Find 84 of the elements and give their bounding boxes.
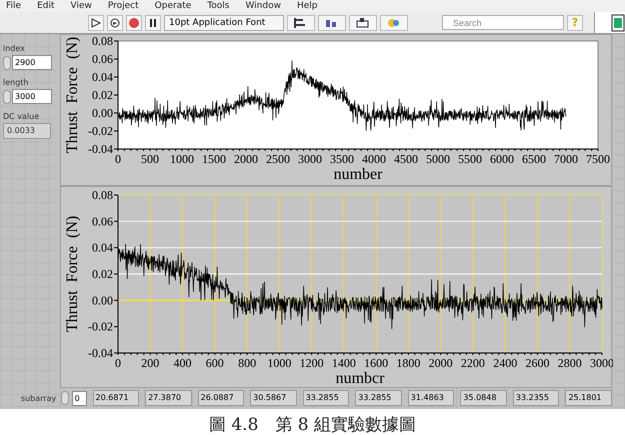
control-label: DC value <box>3 112 40 121</box>
x-tick-label: 2000 <box>234 152 258 166</box>
y-axis-label: Thrust Force (N) <box>64 216 81 332</box>
x-tick-label: 5000 <box>426 152 450 166</box>
x-tick-label: 7500 <box>586 152 610 166</box>
x-tick-label: 2600 <box>525 356 550 370</box>
x-tick-label: 2500 <box>266 152 290 166</box>
x-tick-label: 4000 <box>362 152 386 166</box>
x-tick-label: 2400 <box>493 356 518 370</box>
y-axis-label: Thrust Force (N) <box>64 36 81 154</box>
array-element: 26.0887 <box>198 390 244 406</box>
array-label: subarray <box>20 394 56 402</box>
resize-icon[interactable] <box>349 14 378 30</box>
y-tick-label: -0.04 <box>88 142 113 156</box>
x-tick-label: 0 <box>115 356 121 370</box>
figure-caption: 圖 4.8 第 8 組實驗數據圖 <box>208 414 418 435</box>
x-tick-label: 2200 <box>460 356 485 370</box>
distribute-icon[interactable] <box>318 14 346 30</box>
x-tick-label: 500 <box>141 152 159 166</box>
y-tick-label: 0.00 <box>92 106 113 120</box>
numeric-control[interactable]: 3000 <box>12 89 52 104</box>
x-tick-label: 800 <box>238 356 256 370</box>
x-tick-label: 1000 <box>267 356 292 370</box>
y-tick-label: 0.04 <box>92 70 113 84</box>
array-element: 33.2855 <box>302 390 350 406</box>
y-tick-label: 0.06 <box>92 52 113 66</box>
menu-item[interactable]: Window <box>245 0 281 12</box>
x-tick-label: 0 <box>115 152 121 166</box>
x-tick-label: 3000 <box>298 152 322 166</box>
x-tick-label: 600 <box>206 356 224 370</box>
x-tick-label: 2000 <box>428 356 453 370</box>
control-label: index <box>3 44 26 53</box>
array-element: 20.6871 <box>92 390 140 406</box>
numeric-control[interactable]: 2900 <box>12 55 52 70</box>
x-tick-label: 1600 <box>364 356 388 370</box>
x-tick-label: 400 <box>174 356 192 370</box>
menu-item[interactable]: View <box>70 0 92 12</box>
x-tick-label: 5500 <box>458 152 482 166</box>
y-tick-label: 0.02 <box>92 267 113 281</box>
x-tick-label: 1800 <box>396 356 420 370</box>
y-tick-label: 0.02 <box>92 88 113 102</box>
search-field[interactable]: Search <box>442 15 564 30</box>
x-tick-label: 7000 <box>554 152 578 166</box>
menu-item[interactable]: Help <box>296 0 318 12</box>
y-tick-label: 0.06 <box>92 214 113 228</box>
array-element: 31.4863 <box>408 390 454 406</box>
array-element: 25.1801 <box>565 390 612 406</box>
font-dropdown[interactable]: 10pt Application Font <box>164 14 284 30</box>
y-tick-label: -0.02 <box>88 124 113 138</box>
pause-icon[interactable] <box>145 14 161 30</box>
y-tick-label: 0.08 <box>92 188 113 202</box>
x-tick-label: 3500 <box>330 152 354 166</box>
x-axis-label: numbcr <box>336 370 384 387</box>
array-index[interactable]: 0 <box>72 390 87 406</box>
y-tick-label: -0.04 <box>88 346 113 360</box>
x-tick-label: 4500 <box>394 152 418 166</box>
x-tick-label: 6000 <box>490 152 514 166</box>
control-label: length <box>3 78 30 87</box>
array-element: 30.5867 <box>250 390 297 406</box>
array-element: 33.2355 <box>512 390 560 406</box>
y-tick-label: -0.02 <box>88 320 113 334</box>
x-tick-label: 1500 <box>202 152 226 166</box>
y-tick-label: 0.08 <box>92 35 113 48</box>
array-element: 33.2855 <box>355 390 402 406</box>
x-axis-label: number <box>334 166 382 183</box>
menu-item[interactable]: Tools <box>207 0 230 12</box>
align-icon[interactable] <box>287 14 316 30</box>
x-tick-label: 6500 <box>522 152 546 166</box>
run-continuously-icon[interactable] <box>107 14 123 30</box>
x-tick-label: 200 <box>141 356 160 370</box>
x-tick-label: 1000 <box>170 152 194 166</box>
menu-item[interactable]: Operate <box>154 0 192 12</box>
x-tick-label: 1200 <box>300 356 324 370</box>
array-element: 27.3870 <box>145 390 192 406</box>
menu-item[interactable]: Project <box>108 0 139 12</box>
menu-item[interactable]: Edit <box>37 0 54 12</box>
array-element: 35.0848 <box>460 390 507 406</box>
x-tick-label: 1400 <box>332 356 356 370</box>
abort-icon[interactable] <box>126 14 142 30</box>
menu-item[interactable]: File <box>6 0 22 12</box>
x-tick-label: 2800 <box>558 356 582 370</box>
numeric-indicator: 0.0033 <box>3 123 51 139</box>
y-tick-label: 0.04 <box>92 240 113 255</box>
y-tick-label: 0.00 <box>92 293 113 308</box>
